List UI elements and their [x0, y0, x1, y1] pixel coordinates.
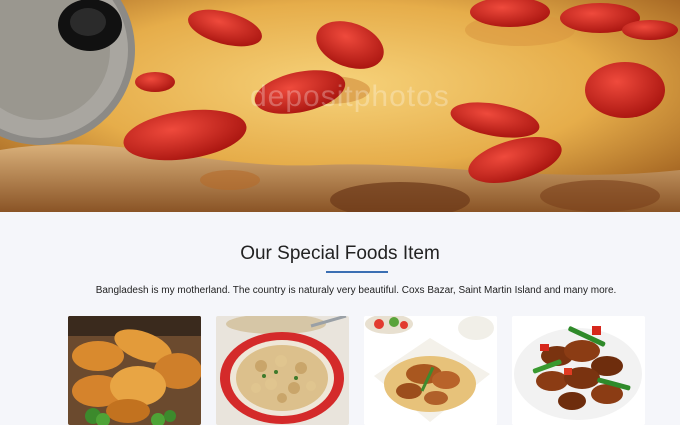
food-card-biryani[interactable]	[364, 316, 497, 425]
pasta-bowl-image	[216, 316, 349, 425]
food-card-fried-chicken[interactable]	[68, 316, 201, 425]
title-underline	[326, 271, 388, 273]
chili-chicken-image	[512, 316, 645, 425]
hero-pizza-image: depositphotos	[0, 0, 680, 212]
fried-chicken-image	[68, 316, 201, 425]
section-description: Bangladesh is my motherland. The country…	[95, 285, 617, 296]
food-card-pasta[interactable]	[216, 316, 349, 425]
food-card-chili-chicken[interactable]	[512, 316, 645, 425]
section-title: Our Special Foods Item	[240, 243, 440, 264]
biryani-plate-image	[364, 316, 497, 425]
